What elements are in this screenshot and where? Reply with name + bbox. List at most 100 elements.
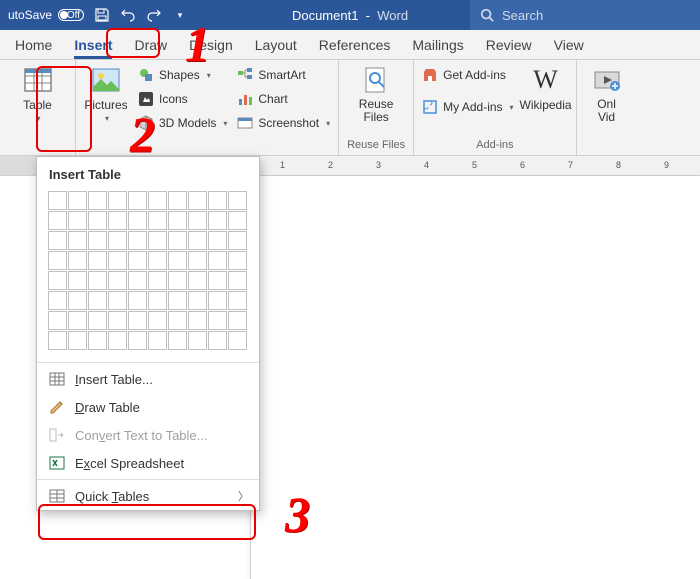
grid-cell[interactable]: [188, 211, 207, 230]
document-page[interactable]: [250, 176, 700, 579]
tab-draw[interactable]: Draw: [134, 30, 167, 60]
menu-item-insert_table[interactable]: Insert Table...: [37, 365, 259, 393]
grid-cell[interactable]: [228, 191, 247, 210]
grid-cell[interactable]: [68, 291, 87, 310]
chart-button[interactable]: Chart: [237, 88, 330, 110]
grid-cell[interactable]: [68, 211, 87, 230]
grid-cell[interactable]: [168, 331, 187, 350]
grid-cell[interactable]: [208, 311, 227, 330]
grid-cell[interactable]: [88, 191, 107, 210]
grid-cell[interactable]: [68, 251, 87, 270]
grid-cell[interactable]: [148, 331, 167, 350]
grid-cell[interactable]: [148, 211, 167, 230]
shapes-button[interactable]: Shapes▾: [138, 64, 227, 86]
grid-cell[interactable]: [148, 271, 167, 290]
grid-cell[interactable]: [88, 311, 107, 330]
grid-cell[interactable]: [68, 231, 87, 250]
grid-cell[interactable]: [48, 311, 67, 330]
grid-cell[interactable]: [68, 271, 87, 290]
grid-cell[interactable]: [168, 191, 187, 210]
pictures-button[interactable]: Pictures ▾: [84, 64, 128, 134]
tab-home[interactable]: Home: [15, 30, 52, 60]
screenshot-button[interactable]: Screenshot▾: [237, 112, 330, 134]
grid-cell[interactable]: [88, 251, 107, 270]
grid-cell[interactable]: [48, 291, 67, 310]
grid-cell[interactable]: [108, 211, 127, 230]
undo-icon[interactable]: [120, 7, 136, 23]
tab-mailings[interactable]: Mailings: [412, 30, 463, 60]
grid-cell[interactable]: [68, 331, 87, 350]
grid-cell[interactable]: [128, 231, 147, 250]
grid-cell[interactable]: [128, 191, 147, 210]
grid-cell[interactable]: [148, 291, 167, 310]
table-button[interactable]: Table ▾: [16, 64, 60, 123]
menu-item-excel[interactable]: Excel Spreadsheet: [37, 449, 259, 477]
grid-cell[interactable]: [128, 211, 147, 230]
menu-item-quick[interactable]: Quick Tables〉: [37, 482, 259, 510]
grid-cell[interactable]: [148, 231, 167, 250]
grid-cell[interactable]: [88, 231, 107, 250]
grid-cell[interactable]: [48, 251, 67, 270]
grid-cell[interactable]: [228, 271, 247, 290]
redo-icon[interactable]: [146, 7, 162, 23]
grid-cell[interactable]: [128, 291, 147, 310]
grid-cell[interactable]: [228, 211, 247, 230]
search-box[interactable]: Search: [470, 0, 700, 30]
grid-cell[interactable]: [48, 331, 67, 350]
grid-cell[interactable]: [168, 291, 187, 310]
tab-view[interactable]: View: [554, 30, 584, 60]
grid-cell[interactable]: [168, 231, 187, 250]
grid-cell[interactable]: [208, 291, 227, 310]
grid-cell[interactable]: [228, 311, 247, 330]
grid-cell[interactable]: [228, 231, 247, 250]
grid-cell[interactable]: [48, 231, 67, 250]
grid-cell[interactable]: [228, 251, 247, 270]
grid-cell[interactable]: [128, 271, 147, 290]
get-addins-button[interactable]: Get Add-ins: [422, 64, 513, 86]
grid-cell[interactable]: [188, 311, 207, 330]
grid-cell[interactable]: [208, 211, 227, 230]
online-video-button[interactable]: Onl Vid: [585, 64, 629, 124]
grid-cell[interactable]: [48, 211, 67, 230]
grid-cell[interactable]: [188, 291, 207, 310]
menu-item-draw_table[interactable]: Draw Table: [37, 393, 259, 421]
grid-cell[interactable]: [228, 331, 247, 350]
grid-cell[interactable]: [88, 291, 107, 310]
autosave-toggle[interactable]: utoSave Off: [8, 8, 84, 22]
save-icon[interactable]: [94, 7, 110, 23]
grid-cell[interactable]: [108, 231, 127, 250]
grid-cell[interactable]: [128, 331, 147, 350]
grid-cell[interactable]: [48, 191, 67, 210]
smartart-button[interactable]: SmartArt: [237, 64, 330, 86]
grid-cell[interactable]: [168, 271, 187, 290]
grid-cell[interactable]: [208, 231, 227, 250]
tab-references[interactable]: References: [319, 30, 391, 60]
grid-cell[interactable]: [108, 271, 127, 290]
grid-cell[interactable]: [228, 291, 247, 310]
grid-cell[interactable]: [208, 191, 227, 210]
grid-cell[interactable]: [148, 311, 167, 330]
grid-cell[interactable]: [88, 331, 107, 350]
tab-review[interactable]: Review: [486, 30, 532, 60]
grid-cell[interactable]: [48, 271, 67, 290]
grid-cell[interactable]: [168, 211, 187, 230]
grid-cell[interactable]: [208, 331, 227, 350]
wikipedia-button[interactable]: W Wikipedia: [524, 64, 568, 118]
grid-cell[interactable]: [168, 251, 187, 270]
grid-cell[interactable]: [148, 191, 167, 210]
grid-cell[interactable]: [108, 191, 127, 210]
grid-cell[interactable]: [128, 251, 147, 270]
grid-cell[interactable]: [88, 211, 107, 230]
my-addins-button[interactable]: My Add-ins▾: [422, 96, 513, 118]
grid-cell[interactable]: [148, 251, 167, 270]
grid-cell[interactable]: [108, 291, 127, 310]
grid-cell[interactable]: [108, 331, 127, 350]
grid-cell[interactable]: [208, 271, 227, 290]
table-size-grid[interactable]: [37, 190, 259, 360]
tab-layout[interactable]: Layout: [255, 30, 297, 60]
grid-cell[interactable]: [168, 311, 187, 330]
grid-cell[interactable]: [188, 271, 207, 290]
grid-cell[interactable]: [128, 311, 147, 330]
grid-cell[interactable]: [68, 311, 87, 330]
grid-cell[interactable]: [88, 271, 107, 290]
